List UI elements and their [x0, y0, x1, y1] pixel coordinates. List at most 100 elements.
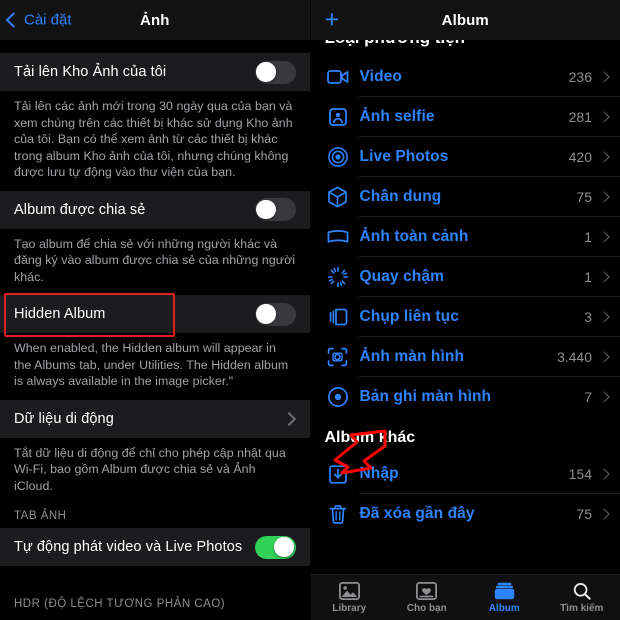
- tab-albums[interactable]: Album: [466, 575, 544, 620]
- tab-for-you[interactable]: Cho bạn: [388, 575, 466, 620]
- panorama-icon: [325, 224, 351, 250]
- back-to-settings-button[interactable]: Cài đặt: [5, 11, 72, 29]
- album-count: 3: [584, 309, 592, 325]
- chevron-right-icon: [598, 508, 610, 520]
- portrait-cube-icon: [325, 184, 351, 210]
- trash-icon: [325, 501, 351, 527]
- screenshot-icon: [325, 344, 351, 370]
- settings-navbar: Cài đặt Ảnh: [0, 0, 310, 40]
- album-count: 7: [584, 389, 592, 405]
- album-count: 1: [584, 229, 592, 245]
- back-label: Cài đặt: [24, 11, 72, 29]
- section-gap: [0, 40, 310, 53]
- tab-label: Library: [332, 602, 367, 614]
- toggle-knob: [256, 304, 276, 324]
- chevron-right-icon: [598, 231, 610, 243]
- album-count: 281: [568, 109, 592, 125]
- photos-settings-screen: Cài đặt Ảnh Tải lên Kho Ảnh của tôi Tải …: [0, 0, 311, 620]
- tab-label: Album: [488, 602, 520, 614]
- album-row-imports[interactable]: Nhập 154: [310, 454, 620, 494]
- album-name: Chân dung: [359, 188, 442, 205]
- toggle-autoplay-videos[interactable]: [254, 535, 296, 559]
- chevron-right-icon: [598, 311, 610, 323]
- tab-search[interactable]: Tìm kiếm: [543, 575, 620, 620]
- photos-library-icon: [338, 581, 360, 600]
- tab-label: Cho bạn: [406, 602, 447, 614]
- burst-icon: [325, 304, 351, 330]
- setting-label: Tải lên Kho Ảnh của tôi: [14, 64, 167, 80]
- toggle-hidden-album[interactable]: [254, 302, 296, 326]
- album-name: Live Photos: [359, 148, 449, 165]
- albums-navbar: + Album: [310, 0, 620, 40]
- album-name: Ảnh selfie: [359, 108, 435, 125]
- album-name: Chụp liên tục: [359, 308, 459, 325]
- album-count: 3.440: [556, 349, 592, 365]
- slow-motion-icon: [325, 264, 351, 290]
- album-name: Ảnh toàn cảnh: [359, 228, 469, 245]
- albums-icon: [494, 582, 515, 600]
- album-row-video[interactable]: Video 236: [310, 57, 620, 97]
- setting-row-upload-my-photo-stream[interactable]: Tải lên Kho Ảnh của tôi: [0, 53, 310, 91]
- tab-label: Tìm kiếm: [560, 602, 604, 614]
- album-name: Nhập: [359, 465, 399, 482]
- section-gap: [0, 579, 310, 592]
- section-header-media-types: Loại phương tiện: [310, 40, 620, 57]
- section-header-photos-tab: TAB ẢNH: [0, 504, 310, 528]
- section-header-media-types-label: Loại phương tiện: [325, 40, 466, 48]
- chevron-right-icon: [598, 351, 610, 363]
- album-name: Quay chậm: [359, 268, 444, 285]
- toggle-upload-my-photo-stream[interactable]: [254, 60, 296, 84]
- chevron-right-icon: [598, 271, 610, 283]
- selfie-person-icon: [325, 104, 351, 130]
- toggle-shared-albums[interactable]: [254, 198, 296, 221]
- bottom-tab-bar: Library Cho bạn Album Tìm kiếm: [310, 574, 620, 620]
- album-count: 154: [568, 466, 592, 482]
- photos-albums-screen: + Album Loại phương tiện Video 236: [310, 0, 620, 620]
- album-row-portrait[interactable]: Chân dung 75: [310, 177, 620, 217]
- video-camera-icon: [325, 64, 351, 90]
- page-title: Ảnh: [140, 11, 170, 29]
- album-name: Video: [359, 68, 402, 85]
- chevron-right-icon: [598, 468, 610, 480]
- for-you-icon: [416, 581, 438, 600]
- setting-label: Album được chia sẻ: [14, 201, 146, 218]
- footnote-hidden-album: When enabled, the Hidden album will appe…: [0, 333, 310, 400]
- album-count: 75: [576, 506, 592, 522]
- setting-row-autoplay-videos[interactable]: Tự động phát video và Live Photos: [0, 528, 310, 566]
- section-gap: [0, 566, 310, 579]
- dual-screenshot-composite: Cài đặt Ảnh Tải lên Kho Ảnh của tôi Tải …: [0, 0, 620, 620]
- footnote-cellular-data: Tắt dữ liệu di động để chỉ cho phép cập …: [0, 437, 310, 504]
- import-icon: [325, 461, 351, 487]
- setting-row-shared-albums[interactable]: Album được chia sẻ: [0, 190, 310, 229]
- album-row-panorama[interactable]: Ảnh toàn cảnh 1: [310, 217, 620, 257]
- album-row-screen-recordings[interactable]: Bản ghi màn hình 7: [310, 377, 620, 417]
- album-row-selfies[interactable]: Ảnh selfie 281: [310, 97, 620, 137]
- setting-label: Dữ liệu di động: [14, 410, 114, 427]
- chevron-right-icon: [598, 191, 610, 203]
- album-count: 420: [568, 149, 592, 165]
- setting-row-hidden-album[interactable]: Hidden Album: [0, 295, 310, 333]
- settings-scroll-area[interactable]: Tải lên Kho Ảnh của tôi Tải lên các ảnh …: [0, 40, 310, 620]
- albums-scroll-area[interactable]: Loại phương tiện Video 236 Ảnh selfie 28…: [310, 40, 620, 580]
- chevron-right-icon: [281, 411, 296, 426]
- section-header-hdr: HDR (ĐỘ LỆCH TƯƠNG PHẢN CAO): [0, 592, 310, 616]
- footnote-shared-albums: Tạo album để chia sẻ với những người khá…: [0, 228, 310, 295]
- album-row-screenshots[interactable]: Ảnh màn hình 3.440: [310, 337, 620, 377]
- footnote-upload-my-photo-stream: Tải lên các ảnh mới trong 30 ngày qua củ…: [0, 91, 310, 191]
- album-row-recently-deleted[interactable]: Đã xóa gần đây 75: [310, 494, 620, 534]
- setting-row-cellular-data[interactable]: Dữ liệu di động: [0, 399, 310, 438]
- album-name: Ảnh màn hình: [359, 348, 465, 365]
- album-row-bursts[interactable]: Chụp liên tục 3: [310, 297, 620, 337]
- album-row-slow-motion[interactable]: Quay chậm 1: [310, 257, 620, 297]
- album-count: 236: [568, 69, 592, 85]
- tab-library[interactable]: Library: [311, 575, 389, 620]
- album-row-live-photos[interactable]: Live Photos 420: [310, 137, 620, 177]
- group-title-other-albums: Album khác: [310, 417, 620, 454]
- chevron-right-icon: [598, 151, 610, 163]
- album-count: 1: [584, 269, 592, 285]
- album-name: Bản ghi màn hình: [359, 388, 492, 405]
- add-album-button[interactable]: +: [325, 7, 340, 33]
- chevron-right-icon: [598, 391, 610, 403]
- live-photos-icon: [325, 144, 351, 170]
- chevron-right-icon: [598, 71, 610, 83]
